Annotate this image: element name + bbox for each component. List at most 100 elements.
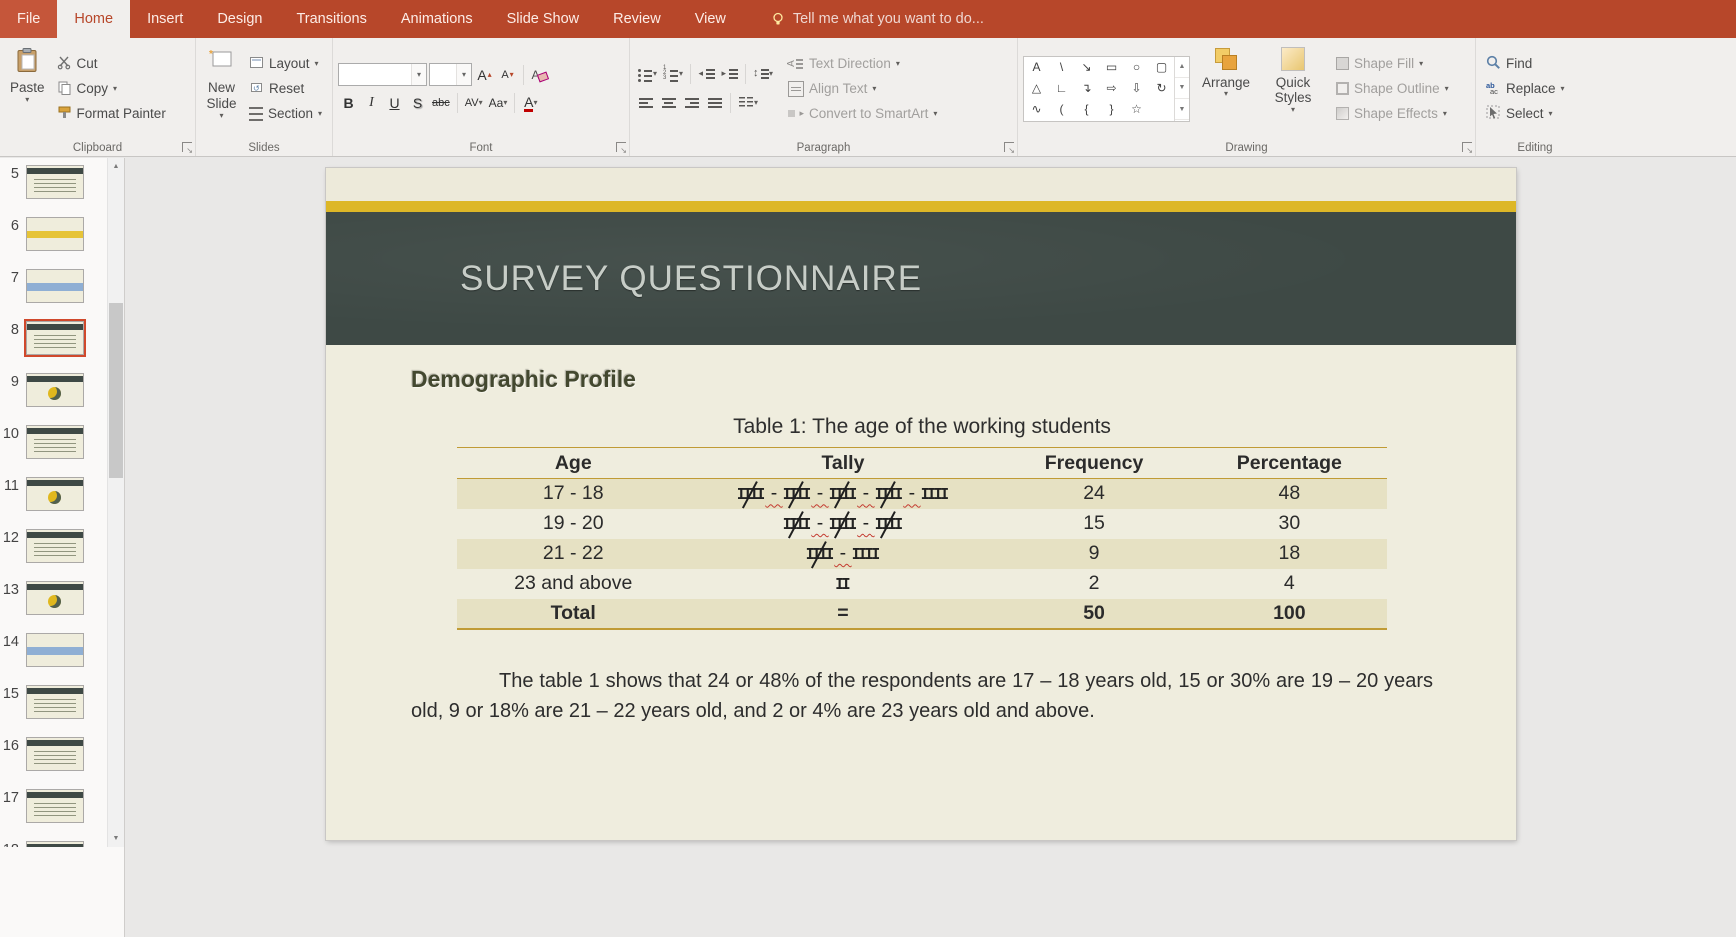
paste-button[interactable]: Paste ▾ [5, 43, 50, 135]
new-slide-dropdown-arrow-icon[interactable]: ▾ [219, 112, 223, 120]
cell-percentage[interactable]: 48 [1192, 479, 1387, 509]
scroll-up-icon[interactable]: ▲ [108, 158, 124, 175]
replace-dropdown-arrow-icon[interactable]: ▾ [1561, 84, 1565, 93]
slide-thumbnail-15[interactable] [26, 685, 84, 719]
right-arrow-shape[interactable]: ⇨ [1099, 78, 1124, 99]
quick-styles-button[interactable]: Quick Styles ▾ [1262, 43, 1324, 135]
cell-tally[interactable]: IIII - IIII [690, 539, 997, 569]
shapes-scroll-up-icon[interactable]: ▲ [1175, 57, 1189, 78]
section-dropdown-arrow-icon[interactable]: ▾ [318, 109, 322, 118]
convert-to-smartart-button[interactable]: Convert to SmartArt ▾ [783, 102, 942, 126]
font-name-input[interactable] [339, 64, 411, 85]
scrollbar-thumb[interactable] [109, 303, 123, 478]
scroll-down-icon[interactable]: ▼ [108, 830, 124, 847]
layout-button[interactable]: Layout ▾ [244, 52, 327, 76]
slide-thumbnail-8[interactable] [24, 319, 86, 357]
section-button[interactable]: Section ▾ [244, 102, 327, 126]
elbow-connector-shape[interactable]: ∟ [1049, 78, 1074, 99]
slide-thumbnail-13[interactable] [26, 581, 84, 615]
tab-home[interactable]: Home [57, 0, 131, 38]
shapes-scroll-down-icon[interactable]: ▼ [1175, 78, 1189, 100]
cell-frequency[interactable]: 2 [996, 569, 1191, 599]
shape-fill-dropdown-arrow-icon[interactable]: ▾ [1419, 59, 1423, 68]
strikethrough-button[interactable]: abc [430, 92, 452, 114]
column-header-tally[interactable]: Tally [689, 447, 997, 479]
tab-design[interactable]: Design [200, 0, 279, 38]
slide-canvas[interactable]: SURVEY QUESTIONNAIRE Demographic Profile… [125, 158, 1736, 937]
slide-8-editor[interactable]: SURVEY QUESTIONNAIRE Demographic Profile… [326, 168, 1516, 840]
slide-thumbnail-16[interactable] [26, 737, 84, 771]
arc-shape[interactable]: ( [1049, 99, 1074, 120]
shape-fill-button[interactable]: Shape Fill ▾ [1331, 52, 1454, 76]
font-dialog-launcher[interactable] [616, 142, 627, 155]
layout-dropdown-arrow-icon[interactable]: ▾ [315, 59, 319, 68]
rounded-rectangle-shape[interactable]: ▢ [1149, 57, 1174, 78]
copy-dropdown-arrow-icon[interactable]: ▾ [113, 84, 117, 93]
slide-thumbnail-17[interactable] [26, 789, 84, 823]
cell-tally[interactable]: II [690, 569, 997, 599]
format-painter-button[interactable]: Format Painter [52, 102, 171, 126]
paragraph-dialog-launcher[interactable] [1004, 142, 1015, 155]
shape-effects-dropdown-arrow-icon[interactable]: ▾ [1443, 109, 1447, 118]
age-table[interactable]: Age Tally Frequency Percentage 17 - 18 IIII … [457, 447, 1387, 630]
text-box-shape[interactable]: A [1024, 57, 1049, 78]
shape-outline-dropdown-arrow-icon[interactable]: ▾ [1445, 84, 1449, 93]
grow-font-button[interactable]: A ▴ [474, 64, 495, 86]
find-button[interactable]: Find [1481, 52, 1570, 76]
slide-thumbnail-10[interactable] [26, 425, 84, 459]
cell-percentage[interactable]: 4 [1192, 569, 1387, 599]
justify-button[interactable] [704, 92, 725, 114]
body-paragraph[interactable]: The table 1 shows that 24 or 48% of the … [411, 666, 1433, 726]
column-header-age[interactable]: Age [457, 447, 690, 479]
thumbnail-scrollbar[interactable]: ▲ ▼ [107, 158, 124, 847]
shape-outline-button[interactable]: Shape Outline ▾ [1331, 77, 1454, 101]
copy-button[interactable]: Copy ▾ [52, 77, 171, 101]
convert-to-smartart-dropdown-arrow-icon[interactable]: ▾ [933, 109, 937, 118]
slide-title[interactable]: SURVEY QUESTIONNAIRE [326, 259, 922, 299]
tab-view[interactable]: View [678, 0, 743, 38]
line-shape[interactable]: \ [1049, 57, 1074, 78]
tab-slide-show[interactable]: Slide Show [490, 0, 597, 38]
font-size-dropdown-icon[interactable]: ▾ [456, 64, 471, 85]
star-shape[interactable]: ☆ [1124, 99, 1149, 120]
text-direction-dropdown-arrow-icon[interactable]: ▾ [896, 59, 900, 68]
numbering-button[interactable]: ▾ [661, 63, 685, 85]
cell-age[interactable]: 17 - 18 [457, 479, 690, 509]
bullets-button[interactable]: ▾ [635, 63, 659, 85]
align-left-button[interactable] [635, 92, 656, 114]
underline-button[interactable]: U [384, 92, 405, 114]
bold-button[interactable]: B [338, 92, 359, 114]
tab-file[interactable]: File [0, 0, 58, 38]
quick-styles-dropdown-arrow-icon[interactable]: ▾ [1291, 106, 1295, 114]
cell-age[interactable]: 21 - 22 [457, 539, 690, 569]
slide-thumbnail-9[interactable] [26, 373, 84, 407]
tab-review[interactable]: Review [596, 0, 678, 38]
font-size-input[interactable] [430, 64, 456, 85]
slide-thumbnail-18[interactable] [26, 841, 84, 847]
italic-button[interactable]: I [361, 92, 382, 114]
cell-percentage[interactable]: 30 [1192, 509, 1387, 539]
right-brace-shape[interactable]: } [1099, 99, 1124, 120]
cell-tally[interactable]: IIII - IIII - IIII [690, 509, 997, 539]
slide-thumbnail-7[interactable] [26, 269, 84, 303]
cell-frequency[interactable]: 50 [996, 598, 1192, 630]
increase-indent-button[interactable] [719, 63, 740, 85]
cell-age[interactable]: 19 - 20 [457, 509, 690, 539]
column-header-frequency[interactable]: Frequency [996, 447, 1192, 479]
paste-dropdown-arrow-icon[interactable]: ▾ [25, 96, 29, 104]
left-brace-shape[interactable]: { [1074, 99, 1099, 120]
shrink-font-button[interactable]: A ▾ [497, 64, 518, 86]
freeform-shape[interactable]: ∿ [1024, 99, 1049, 120]
align-text-dropdown-arrow-icon[interactable]: ▾ [872, 84, 876, 93]
arrange-button[interactable]: Arrange ▾ [1197, 43, 1255, 135]
cell-frequency[interactable]: 24 [996, 479, 1191, 509]
section-heading[interactable]: Demographic Profile [411, 366, 636, 393]
cell-age[interactable]: Total [457, 598, 690, 630]
shape-effects-button[interactable]: Shape Effects ▾ [1331, 102, 1454, 126]
clear-formatting-button[interactable] [529, 64, 550, 86]
oval-shape[interactable]: ○ [1124, 57, 1149, 78]
text-direction-button[interactable]: Text Direction ▾ [783, 52, 942, 76]
slide-thumbnail-6[interactable] [26, 217, 84, 251]
align-text-button[interactable]: Align Text ▾ [783, 77, 942, 101]
select-button[interactable]: Select ▾ [1481, 102, 1570, 126]
